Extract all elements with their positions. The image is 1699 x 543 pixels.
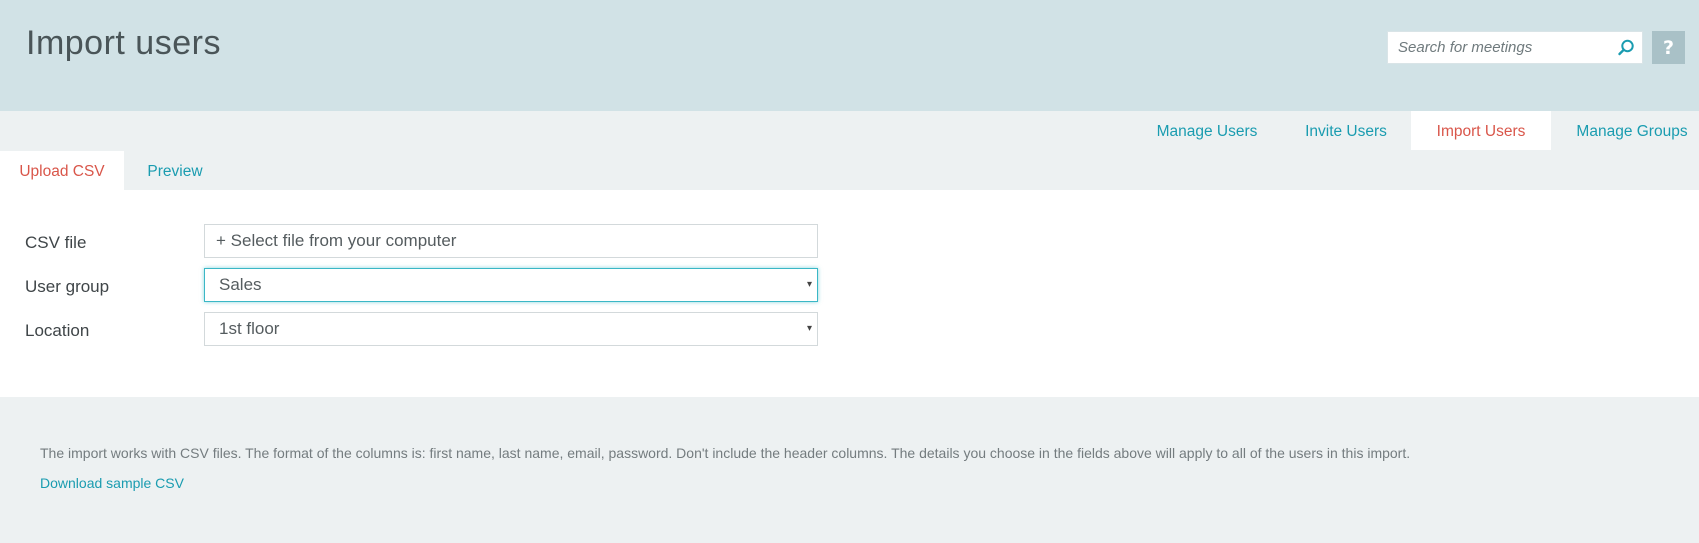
- search-box[interactable]: [1387, 31, 1643, 64]
- tab-manage-groups[interactable]: Manage Groups: [1565, 111, 1699, 150]
- sub-nav: Upload CSV Preview: [0, 150, 1699, 190]
- select-file-button[interactable]: + Select file from your computer: [204, 224, 818, 258]
- tab-import-users[interactable]: Import Users: [1411, 111, 1551, 150]
- user-group-label: User group: [25, 277, 110, 296]
- page-header: Import users ?: [0, 0, 1699, 111]
- tab-manage-users[interactable]: Manage Users: [1146, 111, 1268, 150]
- download-sample-csv-link[interactable]: Download sample CSV: [40, 475, 184, 491]
- csv-file-label: CSV file: [25, 233, 87, 252]
- main-nav: Manage Users Invite Users Import Users M…: [0, 111, 1699, 150]
- tab-upload-csv[interactable]: Upload CSV: [0, 151, 124, 190]
- dropdown-arrow-icon: ▾: [806, 323, 812, 334]
- location-value: 1st floor: [219, 319, 280, 338]
- page-title: Import users: [26, 24, 221, 62]
- location-select[interactable]: 1st floor ▾: [204, 312, 818, 346]
- info-panel: The import works with CSV files. The for…: [0, 397, 1699, 543]
- upload-form: CSV file + Select file from your compute…: [0, 190, 1699, 397]
- help-button[interactable]: ?: [1652, 31, 1685, 64]
- search-icon[interactable]: [1616, 38, 1636, 58]
- tab-preview[interactable]: Preview: [130, 151, 220, 190]
- search-input[interactable]: [1388, 32, 1608, 63]
- dropdown-arrow-icon: ▾: [806, 279, 812, 290]
- location-label: Location: [25, 321, 90, 340]
- import-instructions: The import works with CSV files. The for…: [40, 445, 1411, 461]
- user-group-select[interactable]: Sales ▾: [204, 268, 818, 302]
- tab-invite-users[interactable]: Invite Users: [1290, 111, 1402, 150]
- user-group-value: Sales: [219, 275, 262, 294]
